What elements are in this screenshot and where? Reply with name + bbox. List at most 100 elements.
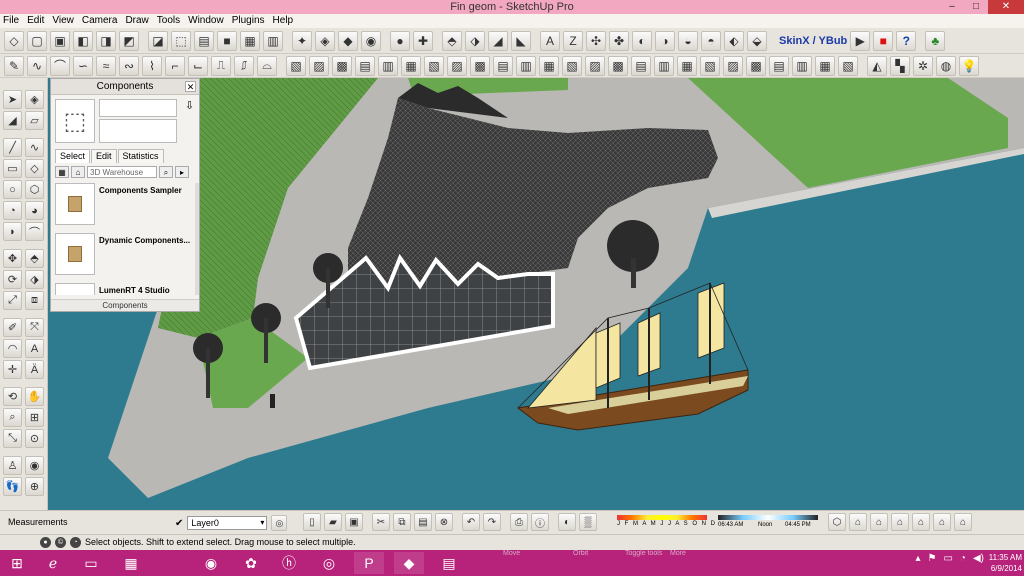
follow-me-tool-icon[interactable]: ⬗ [25, 270, 44, 289]
menu-file[interactable]: File [3, 14, 19, 28]
store-icon[interactable]: ▦ [116, 552, 146, 574]
get-models-icon[interactable]: ● [390, 30, 410, 51]
redo-icon[interactable]: ↷ [483, 513, 501, 531]
components-list[interactable]: Components Sampler Dynamic Components...… [55, 183, 195, 295]
sketchup-icon[interactable]: ◆ [394, 552, 424, 574]
close-button[interactable]: ✕ [988, 0, 1024, 14]
circle-icon[interactable]: ○ [3, 180, 22, 199]
menu-help[interactable]: Help [273, 14, 294, 28]
tab-edit[interactable]: Edit [91, 149, 117, 163]
clock[interactable]: 11:35 AM 6/9/2014 [989, 552, 1022, 574]
text-tool-icon[interactable]: A [25, 339, 44, 358]
arc-tool-icon[interactable]: ◔ [3, 201, 22, 220]
print-icon[interactable]: ⎙ [510, 513, 528, 531]
view-back-icon[interactable]: ⌂ [912, 513, 930, 531]
surface-w-icon[interactable]: ▥ [792, 55, 812, 76]
walk-icon[interactable]: 👣 [3, 477, 22, 496]
tool-c-icon[interactable]: ◐ [632, 30, 652, 51]
section-fill-icon[interactable]: ◉ [361, 30, 381, 51]
curve-a-icon[interactable]: ∽ [73, 55, 93, 76]
eraser-icon[interactable]: ▱ [25, 111, 44, 130]
tape-measure-icon[interactable]: ✐ [3, 318, 22, 337]
tab-statistics[interactable]: Statistics [117, 149, 164, 163]
skinx-label[interactable]: SkinX / YBub [776, 35, 850, 47]
surface-e-icon[interactable]: ▥ [378, 55, 398, 76]
view-left-icon[interactable]: ⌂ [933, 513, 951, 531]
dropdown-icon[interactable]: ▸ [175, 166, 189, 178]
menu-view[interactable]: View [52, 14, 74, 28]
surface-s-icon[interactable]: ▧ [700, 55, 720, 76]
axes-icon[interactable]: ✦ [292, 30, 312, 51]
warehouse-search-input[interactable]: 3D Warehouse [87, 166, 157, 178]
explorer-icon[interactable]: ▭ [76, 552, 106, 574]
section-tool-icon[interactable]: ⊕ [25, 477, 44, 496]
play-icon[interactable]: ▶ [850, 30, 871, 51]
section-plane-icon[interactable]: ◈ [315, 30, 335, 51]
arc2-icon[interactable]: ◕ [25, 201, 44, 220]
lamp-icon[interactable]: ◍ [936, 55, 956, 76]
extension-warehouse-icon[interactable]: ✚ [413, 30, 433, 51]
tool-b-icon[interactable]: ✤ [609, 30, 629, 51]
front-view-icon[interactable]: ▣ [50, 30, 70, 51]
pie-icon[interactable]: ◗ [3, 222, 22, 241]
menu-window[interactable]: Window [188, 14, 224, 28]
position-camera-icon[interactable]: ♙ [3, 456, 22, 475]
geo-location-icon[interactable]: ● [40, 537, 51, 548]
left-view-icon[interactable]: ◩ [119, 30, 139, 51]
folder-task-icon[interactable]: ▤ [434, 552, 464, 574]
previous-view-icon[interactable]: ⊙ [25, 429, 44, 448]
flag-icon[interactable]: ⚑ [928, 553, 937, 564]
menu-edit[interactable]: Edit [27, 14, 44, 28]
battery-icon[interactable]: ▭ [943, 553, 952, 564]
component-name-field[interactable] [99, 99, 177, 117]
curve-i-icon[interactable]: ⌓ [257, 55, 277, 76]
view-top-icon[interactable]: ⌂ [849, 513, 867, 531]
view-front-icon[interactable]: ⌂ [870, 513, 888, 531]
tool-f-icon[interactable]: ◓ [701, 30, 721, 51]
start-icon[interactable]: ⊞ [2, 552, 32, 574]
list-item[interactable]: Dynamic Components... [55, 233, 195, 281]
view-iso-icon[interactable]: ⬡ [828, 513, 846, 531]
surface-r-icon[interactable]: ▦ [677, 55, 697, 76]
text-icon[interactable]: A [540, 30, 560, 51]
fog-icon[interactable]: ▒ [579, 513, 597, 531]
media-icon[interactable]: ◉ [196, 552, 226, 574]
rotated-rect-icon[interactable]: ◇ [25, 159, 44, 178]
tool-g-icon[interactable]: ⬖ [724, 30, 744, 51]
open-icon[interactable]: ▰ [324, 513, 342, 531]
zoom-extents-icon[interactable]: ⤡ [3, 429, 22, 448]
surface-x-icon[interactable]: ▦ [815, 55, 835, 76]
tab-select[interactable]: Select [55, 149, 91, 163]
shadow-settings[interactable]: J F M A M J J A S O N D 06:43 AM Noon 04… [615, 515, 820, 531]
polygon-icon[interactable]: ⬡ [25, 180, 44, 199]
user-icon[interactable]: ◔ [70, 537, 81, 548]
stop-icon[interactable]: ■ [873, 30, 894, 51]
freehand-icon[interactable]: ∿ [25, 138, 44, 157]
chrome-icon[interactable]: ◎ [314, 552, 344, 574]
surface-n-icon[interactable]: ▨ [585, 55, 605, 76]
paint-app-icon[interactable]: ✿ [236, 552, 266, 574]
surface-q-icon[interactable]: ▥ [654, 55, 674, 76]
right-view-icon[interactable]: ◧ [73, 30, 93, 51]
tool-a-icon[interactable]: ✣ [586, 30, 606, 51]
make-component-icon[interactable]: ◈ [25, 90, 44, 109]
layer-select[interactable]: Layer0 ▾ [187, 516, 268, 530]
surface-f-icon[interactable]: ▦ [401, 55, 421, 76]
tool-e-icon[interactable]: ◒ [678, 30, 698, 51]
wireframe-icon[interactable]: ⬚ [171, 30, 191, 51]
shaded-icon[interactable]: ■ [217, 30, 237, 51]
top-view-icon[interactable]: ▢ [27, 30, 47, 51]
network-icon[interactable]: ◔ [960, 553, 966, 564]
powerpoint-icon[interactable]: P [354, 552, 384, 574]
curve-e-icon[interactable]: ⌐ [165, 55, 185, 76]
xray-icon[interactable]: ◪ [148, 30, 168, 51]
surface-o-icon[interactable]: ▩ [608, 55, 628, 76]
bulb-icon[interactable]: 💡 [959, 55, 979, 76]
surface-t-icon[interactable]: ▨ [723, 55, 743, 76]
section-cut-icon[interactable]: ◆ [338, 30, 358, 51]
push-pull-tool-icon[interactable]: ⬘ [25, 249, 44, 268]
scale-icon[interactable]: ⤢ [3, 291, 22, 310]
surface-a-icon[interactable]: ▧ [286, 55, 306, 76]
axes-tool-icon[interactable]: ✛ [3, 360, 22, 379]
3d-text-icon[interactable]: Ä [25, 360, 44, 379]
